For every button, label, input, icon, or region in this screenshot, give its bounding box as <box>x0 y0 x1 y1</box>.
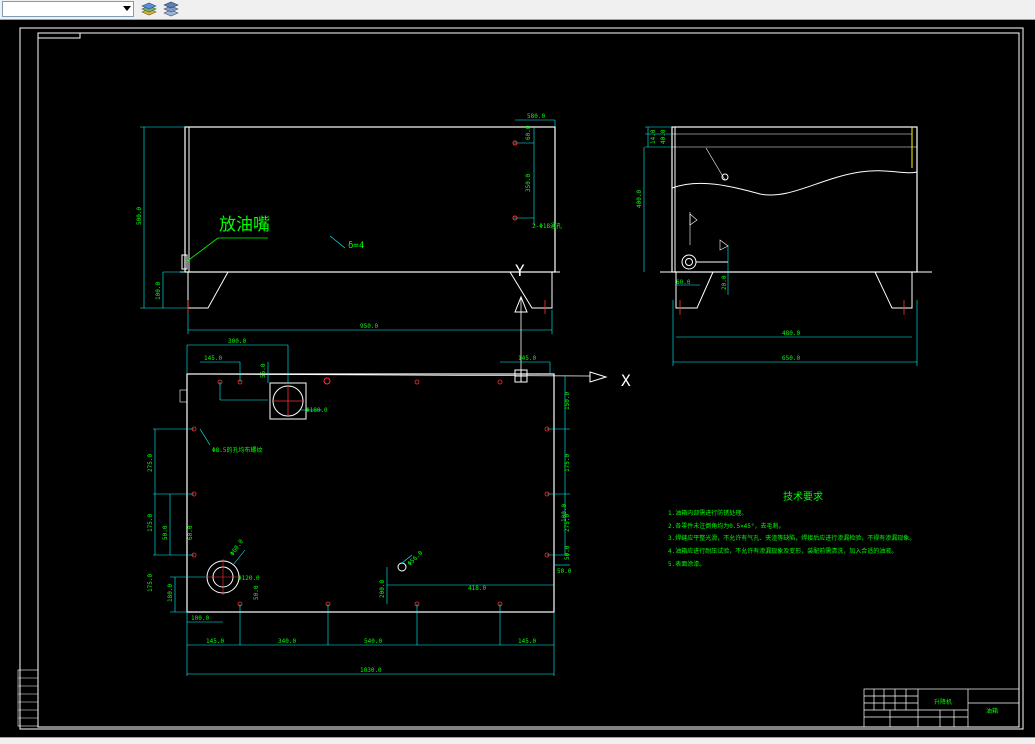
dim-side-400: 400.0 <box>636 190 643 208</box>
dim-plan-540: 540.0 <box>364 638 382 645</box>
drain-plug <box>681 254 697 270</box>
dim-plan-145c: 145.0 <box>206 638 224 645</box>
layer-states-icon[interactable] <box>140 1 158 18</box>
corner-tab <box>38 33 81 39</box>
tech-requirements: 技术要求 1.油箱内部需进行防锈处理。 2.各零件未注倒角均为0.5×45°，去… <box>668 490 915 568</box>
dim-side-20: 20.0 <box>721 275 728 290</box>
dim-front-60: 60.0 <box>525 125 532 140</box>
dim-plan-145d: 145.0 <box>518 638 536 645</box>
axis-x-label: X <box>621 371 631 390</box>
layer-combo[interactable] <box>2 1 134 17</box>
tech-item-2: 2.各零件未注倒角均为0.5×45°，去毛刺。 <box>668 522 785 530</box>
dim-plan-phi120: Φ120.0 <box>238 575 260 582</box>
dim-plan-300: 300.0 <box>228 338 246 345</box>
dim-plan-60b: 60.0 <box>187 525 194 540</box>
tech-title: 技术要求 <box>783 490 823 503</box>
dim-plan-175b: 175.0 <box>147 574 154 592</box>
left-strip-table <box>17 669 39 727</box>
title-drawing-name: 升降机 <box>934 698 952 706</box>
dim-plan-50r: 50.0 <box>557 568 572 575</box>
dim-plan-1030: 1030.0 <box>360 667 382 674</box>
dim-plan-418: 418.0 <box>468 585 486 592</box>
chevron-down-icon[interactable] <box>123 6 131 11</box>
toolbar <box>0 0 1035 20</box>
dim-plan-175l: 175.0 <box>147 514 154 532</box>
dim-plan-145b: 145.0 <box>518 355 536 362</box>
dim-side-480: 480.0 <box>782 330 800 337</box>
dim-plan-275l: 275.0 <box>147 454 154 472</box>
tech-item-5: 5.表面涂漆。 <box>668 560 705 568</box>
layer-properties-icon[interactable] <box>162 1 180 18</box>
tech-item-3: 3.焊缝应平整光滑，不允许有气孔、夹渣等缺陷，焊接后应进行渗漏检验，不得有渗漏现… <box>668 534 915 542</box>
dim-plan-phi180: Φ180.0 <box>306 407 328 414</box>
dim-plan-55: 55.0 <box>260 363 267 378</box>
section-break-line <box>671 170 918 196</box>
drawing-canvas[interactable]: 放油嘴 δ=4 580.0 60.0 350.0 2-Φ18通孔 500.0 1… <box>0 20 1035 737</box>
dim-plan-200: 200.0 <box>379 580 386 598</box>
dim-front-350: 350.0 <box>525 174 532 192</box>
dim-plan-phi56: Φ56.0 <box>406 549 424 567</box>
dim-plan-145a: 145.0 <box>204 355 222 362</box>
dim-plan-100: 100.0 <box>191 615 209 622</box>
dim-plan-50r2: 50.0 <box>564 545 571 560</box>
dim-side-14: 14.0 <box>650 129 657 144</box>
dim-plan-175r: 175.0 <box>564 454 571 472</box>
front-view: 放油嘴 δ=4 580.0 60.0 350.0 2-Φ18通孔 500.0 1… <box>136 113 562 372</box>
dim-plan-50b: 50.0 <box>253 585 260 600</box>
dim-side-650: 650.0 <box>782 355 800 362</box>
label-thickness: δ=4 <box>348 241 364 251</box>
dim-side-60: 60.0 <box>676 279 691 286</box>
dim-plan-holes-note: Φ8.5的孔均布螺纹 <box>212 446 262 454</box>
side-view: 14.0 40.0 400.0 60.0 20.0 480.0 650.0 <box>636 126 932 366</box>
dim-plan-100b: 100.0 <box>561 504 568 522</box>
dim-plan-340: 340.0 <box>278 638 296 645</box>
dim-plan-phi60: Φ60.0 <box>229 538 245 557</box>
dim-plan-180: 180.0 <box>167 584 174 602</box>
dim-front-height: 500.0 <box>136 207 143 225</box>
tech-item-4: 4.油箱应进行耐压试验，不允许有渗漏现象及变形，装配前需清洗，加入合适的油液。 <box>668 547 897 555</box>
tank-side-body <box>671 126 918 273</box>
dim-side-40: 40.0 <box>660 129 667 144</box>
plan-view: X 300.0 145.0 55.0 Φ180.0 145.0 150.0 Φ8… <box>147 338 631 676</box>
dim-plan-50l: 50.0 <box>162 525 169 540</box>
dim-front-foot: 100.0 <box>155 282 162 300</box>
dim-front-top: 580.0 <box>527 113 545 120</box>
dim-plan-150: 150.0 <box>564 392 571 410</box>
dim-front-width: 950.0 <box>360 323 378 330</box>
left-foot <box>187 271 229 309</box>
title-part-name: 油箱 <box>986 707 998 715</box>
bolt-holes <box>191 379 550 607</box>
dim-front-holes: 2-Φ18通孔 <box>532 222 562 230</box>
axis-y-label: Y <box>515 261 525 280</box>
tank-front-body <box>184 126 556 273</box>
tech-item-1: 1.油箱内部需进行防锈处理。 <box>668 509 747 517</box>
label-drain: 放油嘴 <box>219 215 270 235</box>
